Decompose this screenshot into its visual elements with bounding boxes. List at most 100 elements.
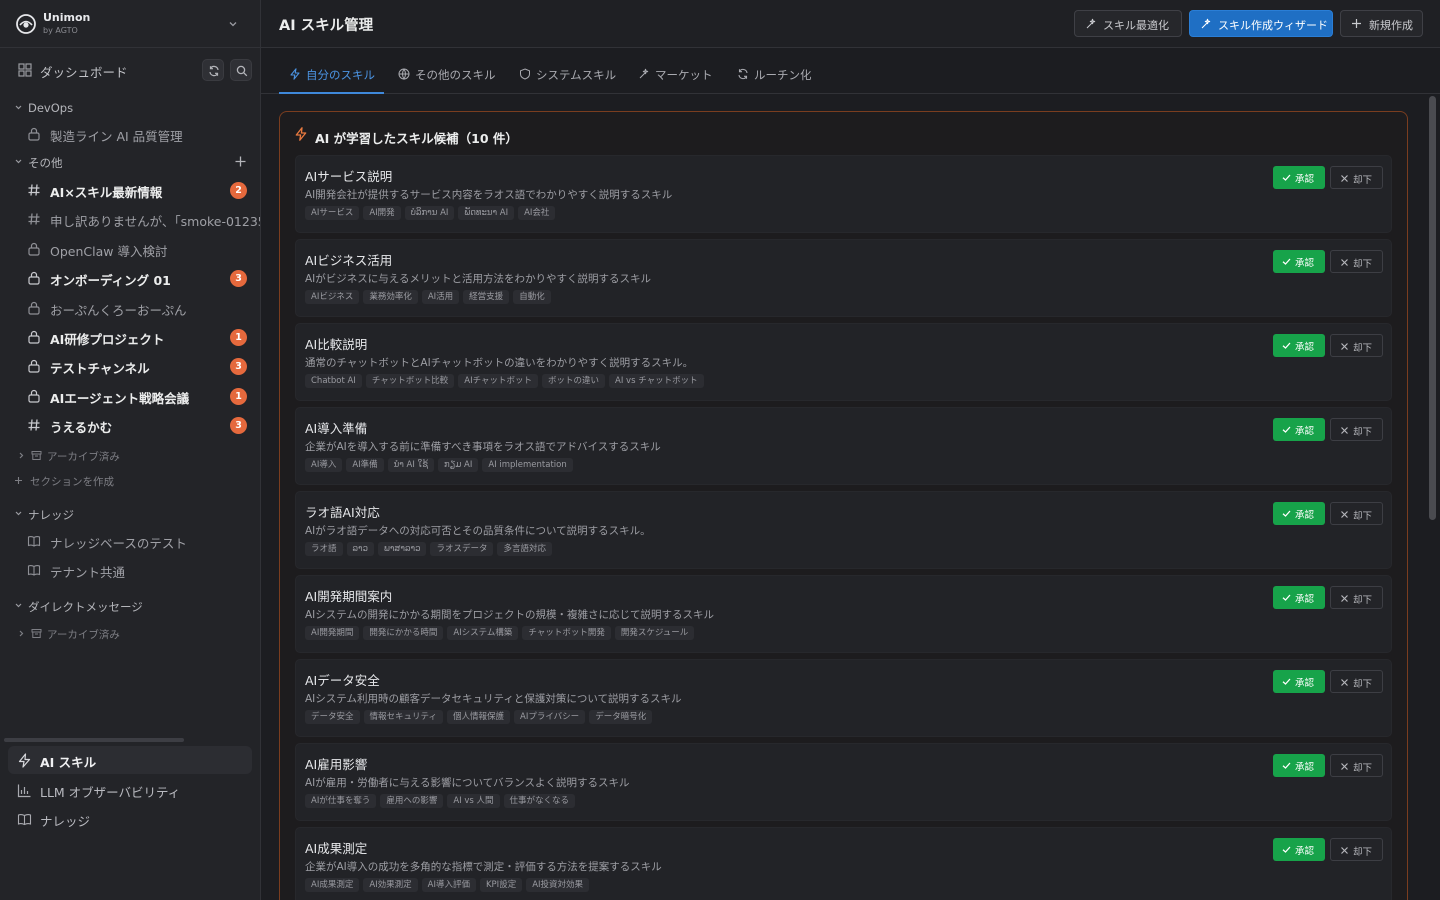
channel-item[interactable]: おーぷんくろーおーぷん bbox=[0, 294, 260, 322]
nav-ai-skill[interactable]: AI スキル bbox=[8, 746, 252, 774]
tab-system-skills[interactable]: システムスキル bbox=[509, 49, 619, 93]
channel-item[interactable]: OpenClaw 導入検討 bbox=[0, 235, 260, 263]
skill-tag: AIが仕事を奪う bbox=[305, 794, 377, 808]
reject-button[interactable]: 却下 bbox=[1330, 502, 1383, 525]
channel-item[interactable]: オンボーディング 01 3 bbox=[0, 264, 260, 292]
nav-label: LLM オブザーバビリティ bbox=[40, 785, 181, 800]
workspace-switcher[interactable]: Unimon by AGTO bbox=[0, 0, 260, 48]
channel-label: AI研修プロジェクト bbox=[50, 332, 165, 347]
approve-button[interactable]: 承認 bbox=[1273, 250, 1325, 273]
channel-label: テストチャンネル bbox=[50, 361, 150, 376]
section-knowledge[interactable]: ナレッジ bbox=[0, 504, 260, 524]
sidebar-item-dashboard[interactable]: ダッシュボード bbox=[0, 56, 260, 84]
skill-card: AIデータ安全 AIシステム利用時の顧客データセキュリティと保護対策について説明す… bbox=[295, 659, 1392, 737]
skill-card: AI開発期間案内 AIシステムの開発にかかる期間をプロジェクトの規模・複雑さに応じ… bbox=[295, 575, 1392, 653]
channel-item[interactable]: 申し訳ありませんが、「smoke-012357 bbox=[0, 205, 260, 233]
archive-icon bbox=[31, 629, 42, 638]
skill-tag: AI導入 bbox=[305, 458, 343, 472]
refresh-button[interactable] bbox=[202, 59, 224, 81]
section-direct-messages[interactable]: ダイレクトメッセージ bbox=[0, 596, 260, 616]
approve-label: 承認 bbox=[1295, 678, 1315, 689]
skill-title: AI雇用影響 bbox=[305, 757, 368, 772]
skill-wizard-button[interactable]: スキル作成ウィザード bbox=[1189, 10, 1333, 37]
knowledge-item[interactable]: ナレッジベースのテスト bbox=[0, 527, 260, 555]
unread-badge: 1 bbox=[230, 329, 247, 346]
skill-tag: 仕事がなくなる bbox=[503, 794, 576, 808]
skill-tags: AIビジネス 業務効率化 AI活用 経営支援 自動化 bbox=[305, 290, 551, 304]
section-other[interactable]: その他 bbox=[0, 152, 260, 172]
dm-archived-toggle[interactable]: アーカイブ済み bbox=[0, 624, 260, 644]
approve-button[interactable]: 承認 bbox=[1273, 502, 1325, 525]
knowledge-item[interactable]: テナント共通 bbox=[0, 556, 260, 584]
search-button[interactable] bbox=[230, 59, 252, 81]
lock-icon bbox=[28, 330, 40, 344]
skill-tag: ラオ語 bbox=[305, 542, 343, 556]
reject-button[interactable]: 却下 bbox=[1330, 754, 1383, 777]
check-icon bbox=[1282, 174, 1291, 181]
channel-item[interactable]: うえるかむ 3 bbox=[0, 411, 260, 439]
approve-button[interactable]: 承認 bbox=[1273, 670, 1325, 693]
reject-button[interactable]: 却下 bbox=[1330, 166, 1383, 189]
approve-button[interactable]: 承認 bbox=[1273, 166, 1325, 189]
tab-other-skills[interactable]: その他のスキル bbox=[388, 49, 500, 93]
skill-tag: 業務効率化 bbox=[363, 290, 418, 304]
close-icon bbox=[1341, 511, 1348, 518]
tab-market[interactable]: マーケット bbox=[628, 49, 718, 93]
archived-toggle[interactable]: アーカイブ済み bbox=[0, 446, 260, 466]
skill-description: AIがラオ語データへの対応可否とその品質条件について説明するスキル。 bbox=[305, 525, 651, 537]
approve-button[interactable]: 承認 bbox=[1273, 586, 1325, 609]
sidebar-scrollbar[interactable] bbox=[4, 738, 184, 742]
skill-card: AI雇用影響 AIが雇用・労働者に与える影響についてバランスよく説明するスキル AI… bbox=[295, 743, 1392, 821]
skill-description: 企業がAI導入の成功を多角的な指標で測定・評価する方法を提案するスキル bbox=[305, 861, 662, 873]
chevron-right-icon bbox=[19, 630, 24, 637]
close-icon bbox=[1341, 847, 1348, 854]
main-scrollbar[interactable] bbox=[1429, 96, 1436, 520]
create-section-button[interactable]: セクションを作成 bbox=[0, 471, 260, 491]
approve-label: 承認 bbox=[1295, 846, 1315, 857]
reject-button[interactable]: 却下 bbox=[1330, 418, 1383, 441]
channel-item[interactable]: テストチャンネル 3 bbox=[0, 352, 260, 380]
lightning-icon bbox=[295, 127, 307, 141]
reject-button[interactable]: 却下 bbox=[1330, 670, 1383, 693]
tab-underline bbox=[279, 92, 384, 94]
nav-knowledge[interactable]: ナレッジ bbox=[8, 805, 252, 833]
tab-my-skills[interactable]: 自分のスキル bbox=[279, 49, 384, 94]
check-icon bbox=[1282, 342, 1291, 349]
section-devops[interactable]: DevOps bbox=[0, 98, 260, 118]
channel-item[interactable]: AI×スキル最新情報 2 bbox=[0, 176, 260, 204]
skill-tag: 雇用への影響 bbox=[380, 794, 444, 808]
channel-item[interactable]: AI研修プロジェクト 1 bbox=[0, 323, 260, 351]
chevron-down-icon bbox=[229, 22, 237, 27]
chevron-down-icon bbox=[15, 159, 22, 164]
tab-routine[interactable]: ルーチン化 bbox=[727, 49, 817, 93]
add-channel-icon[interactable] bbox=[234, 155, 247, 168]
skill-tags: AI導入 AI準備 ນຳ AI ໃຊ້ ກຽມ AI AI implementation bbox=[305, 458, 573, 472]
skill-title: AIビジネス活用 bbox=[305, 253, 393, 268]
reject-button[interactable]: 却下 bbox=[1330, 334, 1383, 357]
reject-button[interactable]: 却下 bbox=[1330, 586, 1383, 609]
channel-item[interactable]: 製造ライン AI 品質管理 bbox=[0, 120, 260, 148]
skill-card: AI導入準備 企業がAIを導入する前に準備すべき事項をラオス語でアドバイスするスキ… bbox=[295, 407, 1392, 485]
approve-button[interactable]: 承認 bbox=[1273, 754, 1325, 777]
skill-optimize-button[interactable]: スキル最適化 bbox=[1074, 10, 1182, 37]
channel-item[interactable]: AIエージェント戦略会議 1 bbox=[0, 382, 260, 410]
skill-tag: 個人情報保護 bbox=[447, 710, 511, 724]
skill-tag: AI vs 人間 bbox=[447, 794, 500, 808]
nav-label: AI スキル bbox=[40, 755, 97, 770]
reject-button[interactable]: 却下 bbox=[1330, 250, 1383, 273]
approve-button[interactable]: 承認 bbox=[1273, 838, 1325, 861]
skill-tag: 情報セキュリティ bbox=[363, 710, 444, 724]
new-skill-button[interactable]: 新規作成 bbox=[1340, 10, 1423, 37]
nav-label: ナレッジ bbox=[40, 814, 91, 829]
skill-tag: AI投資対効果 bbox=[526, 878, 590, 892]
approve-button[interactable]: 承認 bbox=[1273, 334, 1325, 357]
close-icon bbox=[1341, 595, 1348, 602]
close-icon bbox=[1341, 679, 1348, 686]
skill-tag: Chatbot AI bbox=[305, 374, 362, 388]
nav-llm-observability[interactable]: LLM オブザーバビリティ bbox=[8, 776, 252, 804]
approve-label: 承認 bbox=[1295, 174, 1315, 185]
approve-button[interactable]: 承認 bbox=[1273, 418, 1325, 441]
skill-tag: AI会社 bbox=[518, 206, 556, 220]
skill-card: AI比較説明 通常のチャットボットとAIチャットボットの違いをわかりやすく説明する… bbox=[295, 323, 1392, 401]
reject-button[interactable]: 却下 bbox=[1330, 838, 1383, 861]
